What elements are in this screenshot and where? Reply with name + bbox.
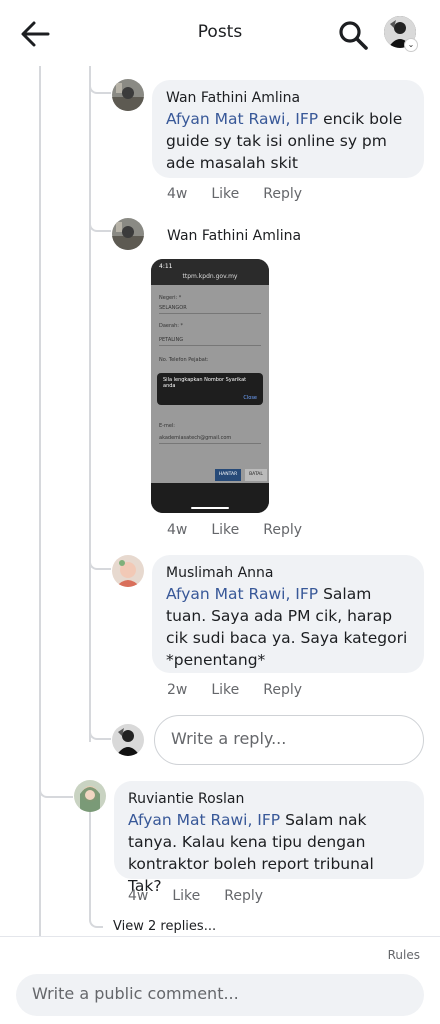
comment-bubble: Wan Fathini Amlina Afyan Mat Rawi, IFP e… <box>152 80 424 178</box>
dialog-text: Sila lengkapkan Nombor Syarikat anda <box>163 377 247 389</box>
comment-actions: 4w Like Reply <box>167 186 302 202</box>
like-button[interactable]: Like <box>211 186 239 202</box>
form-value: akademiasatech@gmail.com <box>159 435 232 441</box>
comment-text: Afyan Mat Rawi, IFP Salam tuan. Saya ada… <box>166 585 408 669</box>
comment-time: 2w <box>167 682 188 698</box>
cancel-button: BATAL <box>245 469 267 481</box>
form-label: E-mel: <box>159 423 175 429</box>
thread-connector <box>89 80 111 94</box>
public-comment-input[interactable]: Write a public comment... <box>16 974 424 1016</box>
rules-link[interactable]: Rules <box>388 948 420 962</box>
avatar[interactable] <box>112 555 144 587</box>
avatar[interactable] <box>112 79 144 111</box>
thread-line <box>39 66 41 936</box>
status-time: 4:11 <box>159 263 173 270</box>
comment-actions: 4w Like Reply <box>128 888 263 904</box>
reply-button[interactable]: Reply <box>263 682 302 698</box>
form-label: No. Telefon Pejabat: <box>159 357 209 363</box>
thread-connector <box>89 556 111 570</box>
thread-connector <box>39 780 73 798</box>
avatar[interactable] <box>74 780 106 812</box>
view-replies-link[interactable]: View 2 replies... <box>113 919 216 934</box>
mention-link[interactable]: Afyan Mat Rawi, IFP <box>128 811 280 829</box>
like-button[interactable]: Like <box>172 888 200 904</box>
thread-line <box>89 812 91 916</box>
reply-button[interactable]: Reply <box>224 888 263 904</box>
form-label: Daerah: * <box>159 323 184 329</box>
page-title: Posts <box>197 22 243 42</box>
comment-text: Afyan Mat Rawi, IFP encik bole guide sy … <box>166 110 403 172</box>
comment-text: Afyan Mat Rawi, IFP Salam nak tanya. Kal… <box>128 811 374 895</box>
thread-connector <box>89 726 111 740</box>
comment-author[interactable]: Wan Fathini Amlina <box>167 228 301 244</box>
dialog-close: Close <box>243 395 257 401</box>
avatar[interactable] <box>112 218 144 250</box>
comment-actions: 4w Like Reply <box>167 522 302 538</box>
my-avatar <box>112 724 144 756</box>
thread-connector <box>89 218 111 232</box>
thread-connector <box>89 914 103 928</box>
top-bar: Posts ⌄ <box>0 0 440 66</box>
comment-bubble: Muslimah Anna Afyan Mat Rawi, IFP Salam … <box>152 555 424 673</box>
dialog: Sila lengkapkan Nombor Syarikat anda Clo… <box>157 373 263 405</box>
comment-author[interactable]: Wan Fathini Amlina <box>166 88 410 108</box>
form-label: Negeri: * <box>159 295 182 301</box>
like-button[interactable]: Like <box>211 522 239 538</box>
comment-actions: 2w Like Reply <box>167 682 302 698</box>
divider <box>159 345 261 346</box>
reply-button[interactable]: Reply <box>263 522 302 538</box>
submit-button: HANTAR <box>215 469 241 481</box>
thread-line <box>89 66 91 742</box>
like-button[interactable]: Like <box>211 682 239 698</box>
comment-time: 4w <box>128 888 149 904</box>
comment-time: 4w <box>167 186 188 202</box>
attached-screenshot[interactable]: ttpm.kpdn.gov.my 4:11 Negeri: * SELANGOR… <box>151 259 269 513</box>
comment-time: 4w <box>167 522 188 538</box>
divider <box>159 313 261 314</box>
reply-button[interactable]: Reply <box>263 186 302 202</box>
comment-bubble: Ruviantie Roslan Afyan Mat Rawi, IFP Sal… <box>114 781 424 895</box>
home-indicator <box>191 507 229 509</box>
comment-composer: Rules Write a public comment... <box>0 936 440 1024</box>
comment-author[interactable]: Muslimah Anna <box>166 563 410 583</box>
divider <box>159 443 261 444</box>
mention-link[interactable]: Afyan Mat Rawi, IFP <box>166 110 318 128</box>
mention-link[interactable]: Afyan Mat Rawi, IFP <box>166 585 318 603</box>
reply-input[interactable]: Write a reply... <box>154 715 424 765</box>
chevron-down-icon[interactable]: ⌄ <box>404 38 418 52</box>
search-icon[interactable] <box>336 18 370 52</box>
form-value: SELANGOR <box>159 305 187 311</box>
form-value: PETALING <box>159 337 184 343</box>
comment-author[interactable]: Ruviantie Roslan <box>128 789 410 809</box>
